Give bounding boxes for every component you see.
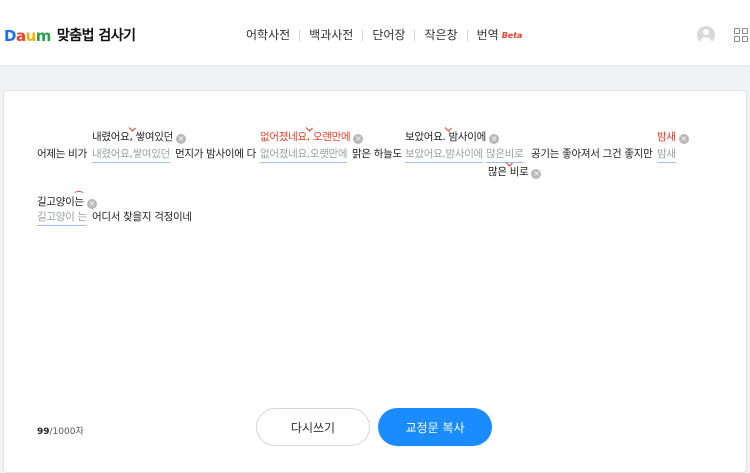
text-segment: 먼지가 밤사이에 다 <box>175 148 256 160</box>
text-segment: 어디서 찾을지 걱정이네 <box>92 211 192 223</box>
header: Daum 맞춤법 검사기 어학사전 백과사전 단어장 작은창 번역 Beta <box>0 0 750 66</box>
top-nav: 어학사전 백과사전 단어장 작은창 번역 Beta <box>246 27 522 43</box>
nav-divider <box>299 29 301 41</box>
daum-logo: Daum <box>4 27 51 45</box>
close-circle-icon[interactable]: × <box>86 199 97 209</box>
insert-caret-icon <box>129 127 137 133</box>
nav-translate[interactable]: 번역 Beta <box>477 27 523 44</box>
error-word-1[interactable]: 내렸어요,쌓여있던 <box>92 148 170 163</box>
close-circle-icon[interactable]: × <box>678 134 689 144</box>
nav-wordbook[interactable]: 단어장 <box>372 27 405 43</box>
beta-badge: Beta <box>501 30 523 40</box>
reset-button[interactable]: 다시쓰기 <box>256 408 370 446</box>
nav-divider <box>414 29 416 41</box>
nav-divider <box>362 29 364 41</box>
error-word-3[interactable]: 보았어요,밤사이에 <box>405 148 483 163</box>
copy-corrected-button[interactable]: 교정문 복사 <box>378 408 492 446</box>
char-count-limit: /1000자 <box>49 427 84 437</box>
suggestion-5[interactable]: 밤새 × <box>657 131 689 144</box>
error-word-2[interactable]: 없어졌네요,오랫만에 <box>260 148 348 163</box>
suggestion-1[interactable]: 내렸어요, 쌓여있던 × <box>92 131 186 144</box>
text-segment: 공기는 좋아져서 그건 좋지만 <box>531 148 653 160</box>
suggestion-4[interactable]: 많은 비로 × <box>488 166 542 179</box>
nav-encyclopedia[interactable]: 백과사전 <box>309 27 353 43</box>
error-word-6[interactable]: 길고양이 는 <box>37 211 87 226</box>
nav-dictionary[interactable]: 어학사전 <box>246 27 290 43</box>
user-icon[interactable] <box>697 26 715 44</box>
char-counter: 99/1000자 <box>37 424 84 437</box>
insert-caret-icon <box>445 127 453 133</box>
nav-mini-window[interactable]: 작은창 <box>424 27 457 43</box>
logo[interactable]: Daum 맞춤법 검사기 <box>4 27 136 45</box>
close-circle-icon[interactable]: × <box>488 134 499 144</box>
nav-divider <box>466 29 468 41</box>
error-word-4[interactable]: 많은비로 <box>486 148 524 163</box>
grid-icon[interactable] <box>734 28 748 42</box>
char-count-current: 99 <box>37 427 50 437</box>
error-word-5[interactable]: 밤새 <box>657 148 676 163</box>
close-circle-icon[interactable]: × <box>531 169 542 179</box>
close-circle-icon[interactable]: × <box>175 134 186 144</box>
suggestion-6[interactable]: 길고양이는 × <box>37 196 97 209</box>
app-title: 맞춤법 검사기 <box>56 28 136 44</box>
nav-translate-label: 번역 <box>476 27 499 42</box>
insert-caret-icon <box>306 127 314 133</box>
text-segment: 어제는 비가 <box>37 148 87 160</box>
text-segment: 맑은 하늘도 <box>352 148 402 160</box>
close-circle-icon[interactable]: × <box>353 134 364 144</box>
